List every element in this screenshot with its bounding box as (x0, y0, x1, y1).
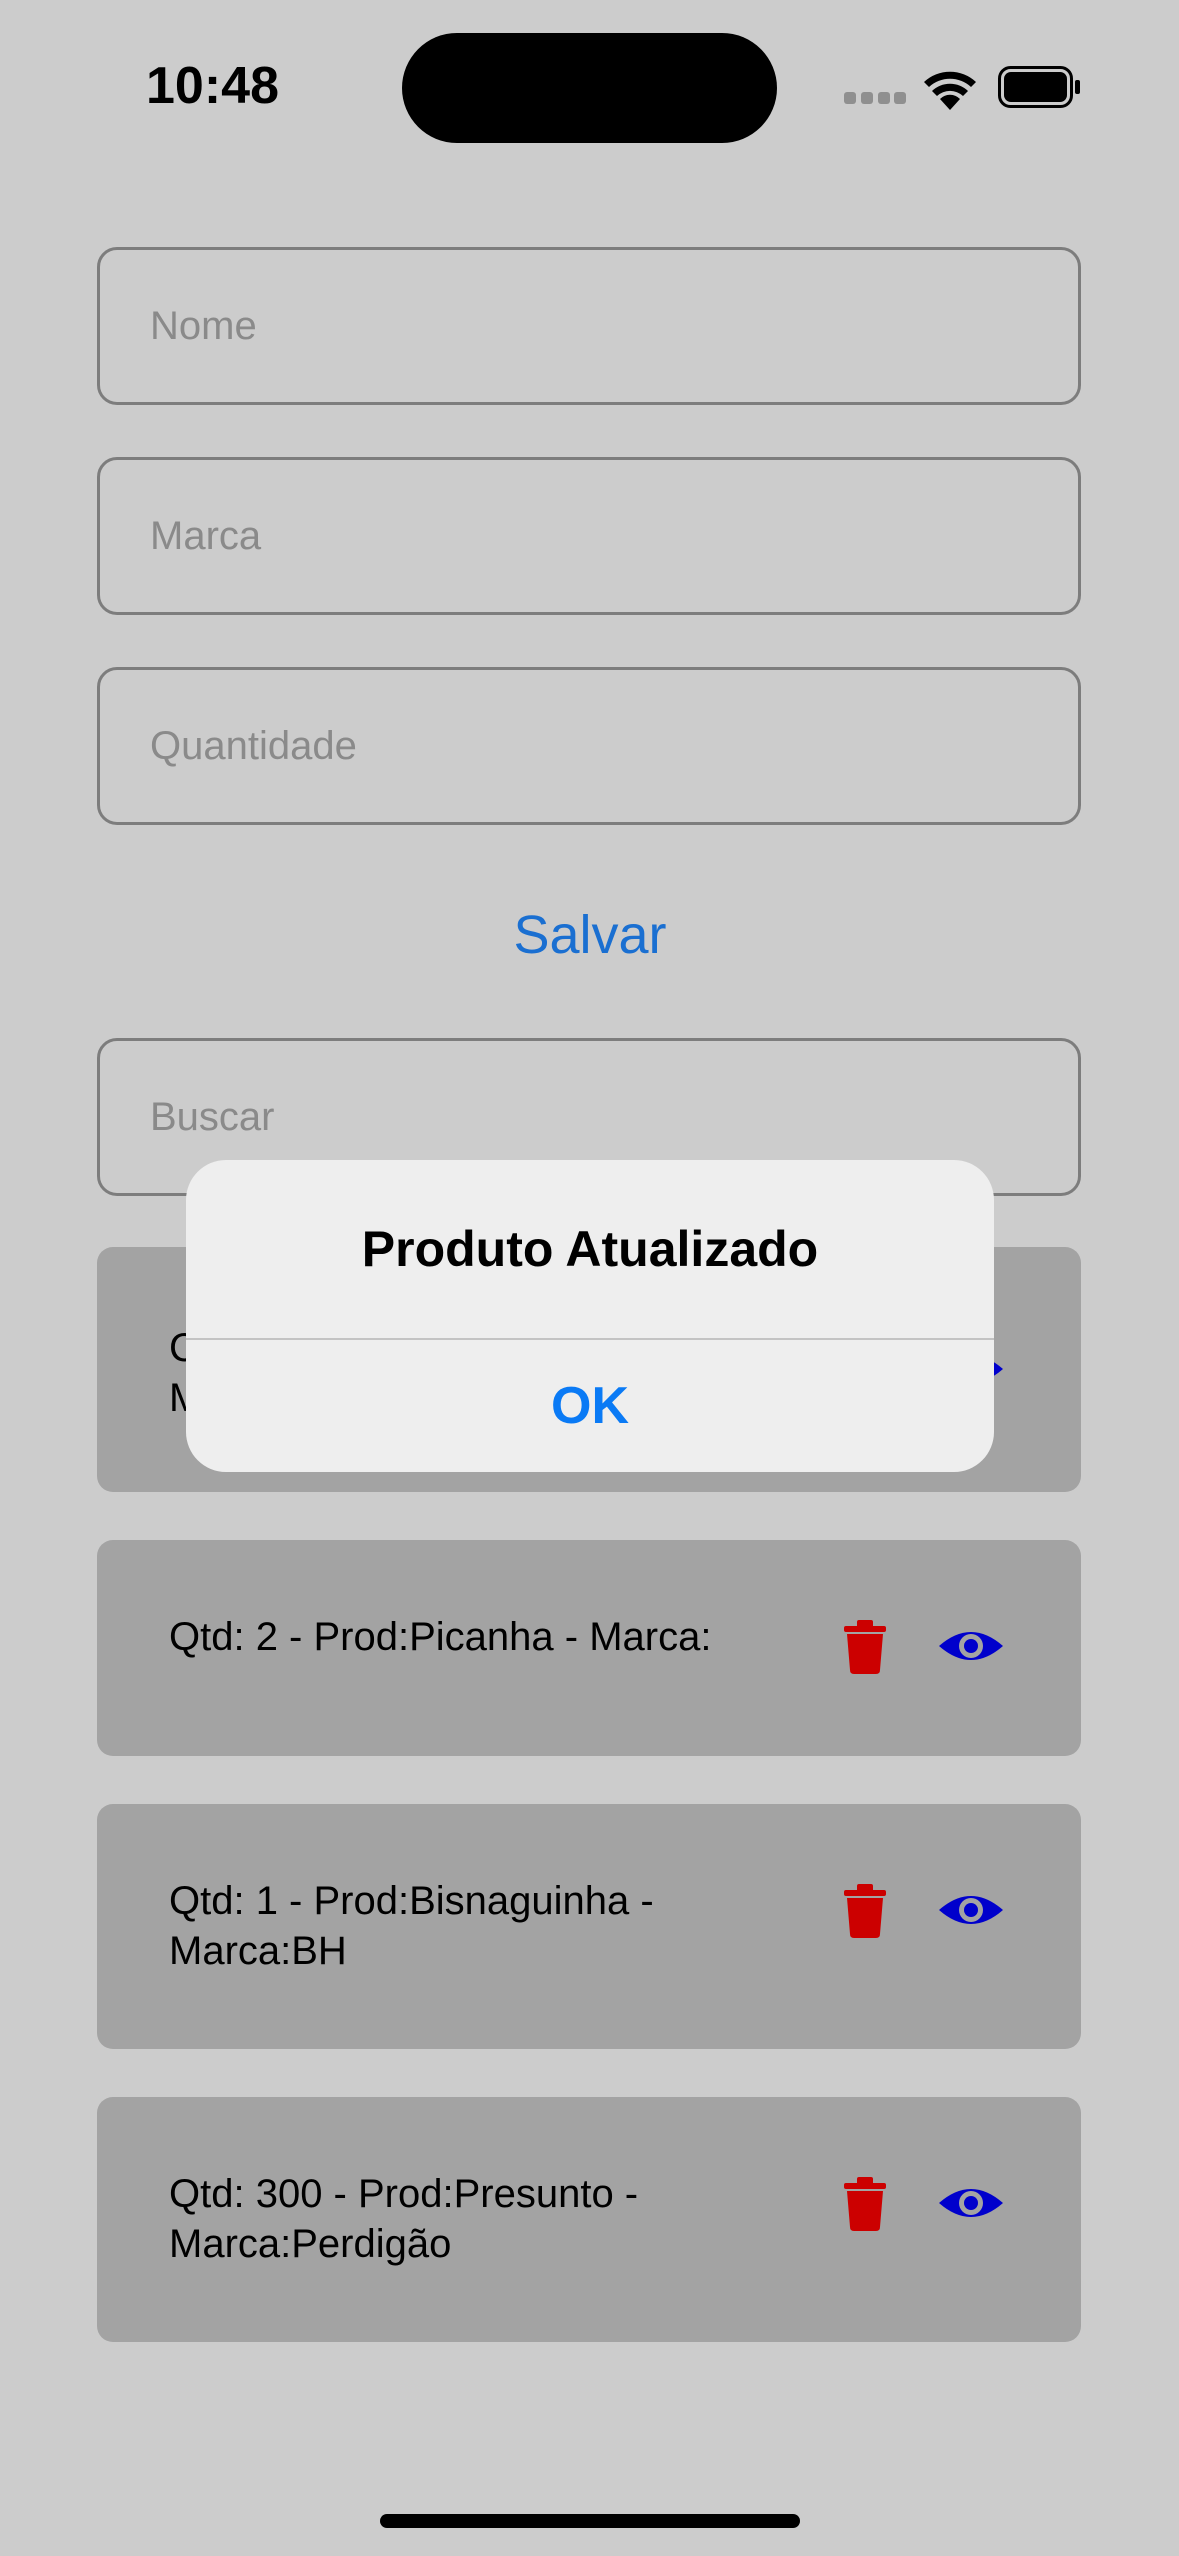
ok-button[interactable]: OK (186, 1340, 994, 1472)
alert-title: Produto Atualizado (361, 1221, 819, 1277)
home-indicator[interactable] (380, 2514, 800, 2528)
alert-dialog: Produto Atualizado OK (186, 1160, 994, 1472)
